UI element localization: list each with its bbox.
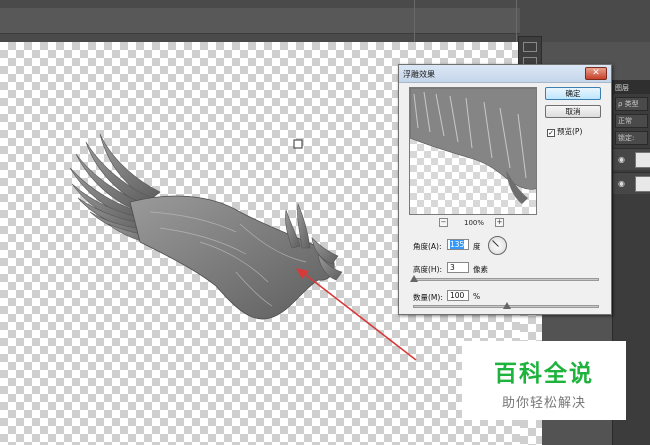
angle-unit: 度 — [473, 242, 481, 251]
preview-checkbox[interactable]: ✓ 预览(P) — [547, 126, 582, 137]
angle-label: 角度(A): — [413, 242, 442, 251]
filter-preview[interactable] — [409, 87, 537, 215]
zoom-value: 100% — [463, 219, 484, 227]
options-bar-strip — [0, 8, 520, 34]
height-slider[interactable] — [410, 275, 599, 282]
checkmark-icon[interactable]: ✓ — [547, 129, 555, 137]
height-input[interactable]: 3 — [447, 262, 469, 273]
angle-dial[interactable] — [488, 236, 507, 255]
layers-tab[interactable]: 图层 — [613, 80, 650, 94]
layer-row[interactable]: ◉ — [613, 148, 650, 170]
visibility-eye-icon[interactable]: ◉ — [618, 155, 625, 164]
options-bar — [0, 0, 650, 42]
visibility-eye-icon[interactable]: ◉ — [618, 179, 625, 188]
amount-unit: % — [473, 292, 481, 301]
panel-icon[interactable] — [523, 42, 537, 52]
watermark-logo: 百科全说 助你轻松解决 — [462, 341, 626, 420]
lock-row: 锁定: — [615, 131, 648, 145]
height-label: 高度(H): — [413, 265, 443, 274]
dial-needle-icon — [492, 240, 499, 247]
amount-slider[interactable] — [413, 302, 599, 309]
angle-input[interactable]: 135 — [447, 239, 469, 250]
dialog-title-bar[interactable]: 浮雕效果 ✕ — [399, 65, 611, 83]
zoom-out-button[interactable]: − — [439, 218, 448, 227]
watermark-title: 百科全说 — [494, 361, 594, 387]
watermark-subtitle: 助你轻松解决 — [501, 396, 586, 411]
preview-checkbox-label: 预览(P) — [557, 127, 583, 136]
close-button[interactable]: ✕ — [585, 67, 607, 80]
divider — [414, 0, 415, 42]
amount-input[interactable]: 100 — [447, 290, 469, 301]
blend-mode-select[interactable]: 正常 — [615, 114, 648, 128]
divider — [516, 0, 517, 42]
layer-row[interactable]: ◉ — [613, 172, 650, 194]
dialog-title: 浮雕效果 — [403, 70, 435, 79]
transform-handle — [293, 139, 303, 149]
cancel-button[interactable]: 取消 — [545, 105, 601, 118]
amount-label: 数量(M): — [413, 293, 443, 302]
zoom-controls: − 100% + — [439, 218, 509, 228]
angle-value: 135 — [450, 240, 465, 249]
layer-thumbnail — [635, 152, 650, 168]
zoom-in-button[interactable]: + — [495, 218, 504, 227]
height-slider-thumb[interactable] — [410, 275, 418, 282]
preview-eagle-detail — [410, 88, 536, 204]
ok-button[interactable]: 确定 — [545, 87, 601, 100]
height-unit: 像素 — [473, 265, 488, 274]
layer-filter-search[interactable]: ρ 类型 — [615, 97, 648, 111]
layer-thumbnail — [635, 176, 650, 192]
emboss-dialog: 浮雕效果 ✕ − 100% + 确定 取消 ✓ 预览(P) 角度(A): 135 … — [398, 64, 612, 315]
amount-slider-thumb[interactable] — [503, 302, 511, 309]
